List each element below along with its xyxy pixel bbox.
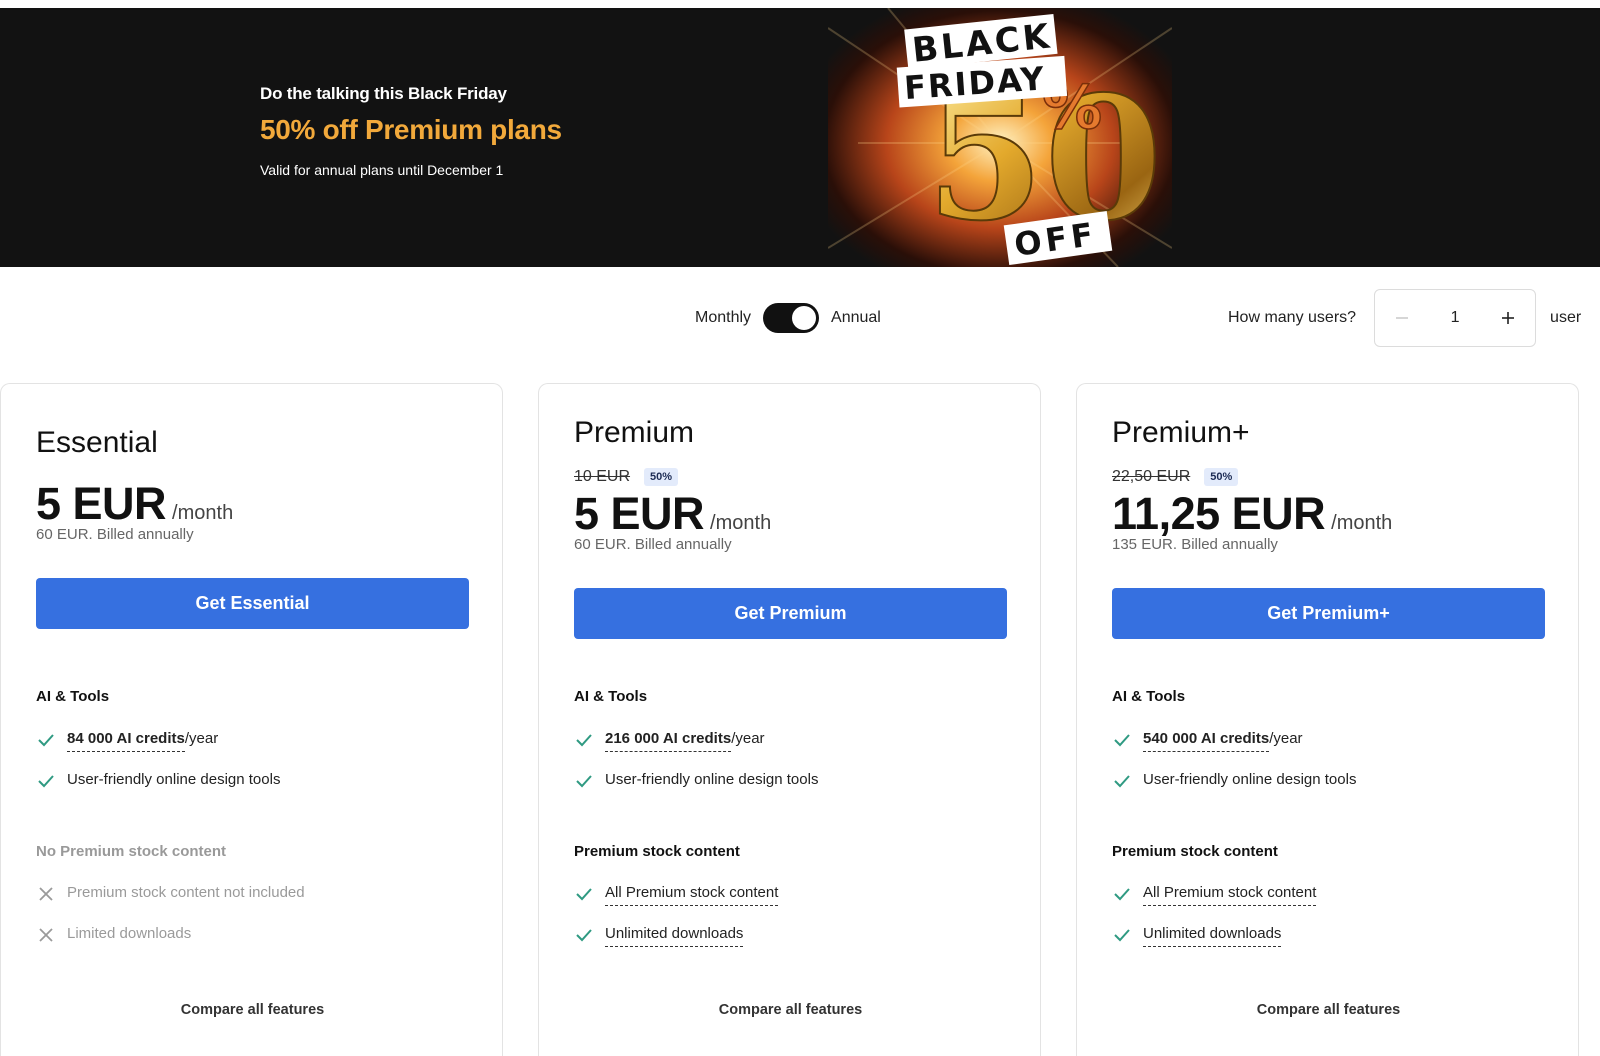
check-icon [576,775,592,788]
banner-text: Do the talking this Black Friday 50% off… [260,84,562,178]
user-count-value[interactable]: 1 [1451,309,1460,327]
get-essential-button[interactable]: Get Essential [36,578,469,629]
plan-name: Essential [36,426,158,459]
section-title-ai-tools: AI & Tools [36,688,110,705]
discount-badge: 50% [1204,468,1239,486]
feature-item: User-friendly online design tools [574,771,818,791]
feature-item: Unlimited downloads [574,925,744,947]
banner-note: Valid for annual plans until December 1 [260,162,504,178]
price-period: /month [710,512,772,534]
increase-users-button[interactable] [1493,303,1523,333]
plus-icon [1502,312,1515,324]
plan-name: Premium [574,416,695,449]
price-row: 5 EUR /month [574,488,771,540]
compare-features-link[interactable]: Compare all features [36,1002,469,1018]
section-title-ai-tools: AI & Tools [574,688,648,705]
check-icon [1114,775,1130,788]
x-icon [39,928,53,942]
monthly-label[interactable]: Monthly [695,309,751,327]
x-icon [39,887,53,901]
plan-name: Premium+ [1112,416,1250,449]
price-row: 5 EUR /month [36,478,233,530]
price-value: 5 EUR [36,478,167,529]
check-icon [576,734,592,747]
feature-item: 84 000 AI credits/year [36,730,218,752]
get-premium-button[interactable]: Get Premium [574,588,1007,639]
feature-tooltip-trigger[interactable]: All Premium stock content [605,884,779,906]
feature-item: All Premium stock content [1112,884,1317,906]
feature-item: User-friendly online design tools [1112,771,1356,791]
feature-tooltip-trigger[interactable]: Unlimited downloads [1143,925,1282,947]
feature-tooltip-trigger[interactable]: 84 000 AI credits [67,730,185,752]
get-premium-plus-button[interactable]: Get Premium+ [1112,588,1545,639]
price-value: 5 EUR [574,488,705,539]
old-price-row: 10 EUR 50% [574,468,679,486]
section-title-stock: Premium stock content [1112,843,1278,860]
price-value: 11,25 EUR [1112,488,1326,539]
check-icon [1114,929,1130,942]
user-count-unit: user [1550,309,1582,326]
compare-features-link[interactable]: Compare all features [1112,1002,1545,1018]
banner-eyebrow: Do the talking this Black Friday [260,84,507,103]
check-icon [38,734,54,747]
user-count-label: How many users? [1228,309,1357,326]
user-count-stepper: 1 [1374,289,1537,347]
check-icon [1114,888,1130,901]
feature-item: All Premium stock content [574,884,779,906]
section-title-stock: No Premium stock content [36,843,227,860]
billing-period-toggle-row: Monthly Annual [695,303,881,333]
price-row: 11,25 EUR /month [1112,488,1392,540]
discount-badge: 50% [644,468,679,486]
check-icon [576,929,592,942]
feature-item: Unlimited downloads [1112,925,1282,947]
feature-tooltip-trigger[interactable]: 216 000 AI credits [605,730,732,752]
feature-tooltip-trigger[interactable]: Unlimited downloads [605,925,744,947]
old-price: 10 EUR [574,468,631,485]
plan-card-premium: Premium 10 EUR 50% 5 EUR /month 60 EUR. … [538,383,1041,1056]
billing-period-switch[interactable] [763,303,820,333]
black-friday-promo-image: 50 % BLACK FRIDAY OFF [828,8,1172,267]
plan-card-premium-plus: Premium+ 22,50 EUR 50% 11,25 EUR /month … [1076,383,1579,1056]
user-count-row: How many users? 1 user [1228,289,1581,347]
old-price: 22,50 EUR [1112,468,1191,485]
price-period: /month [172,502,234,524]
feature-item: Premium stock content not included [36,884,305,904]
billed-note: 135 EUR. Billed annually [1112,536,1278,553]
plan-card-essential: Essential 5 EUR /month 60 EUR. Billed an… [0,383,503,1056]
section-title-ai-tools: AI & Tools [1112,688,1186,705]
check-icon [1114,734,1130,747]
minus-icon [1396,317,1409,319]
banner-headline: 50% off Premium plans [260,114,562,145]
old-price-row: 22,50 EUR 50% [1112,468,1239,486]
feature-item: User-friendly online design tools [36,771,280,791]
feature-item: Limited downloads [36,925,191,945]
billed-note: 60 EUR. Billed annually [36,526,194,543]
feature-tooltip-trigger[interactable]: All Premium stock content [1143,884,1317,906]
feature-item: 540 000 AI credits/year [1112,730,1303,752]
price-period: /month [1331,512,1393,534]
check-icon [38,775,54,788]
billed-note: 60 EUR. Billed annually [574,536,732,553]
feature-item: 216 000 AI credits/year [574,730,765,752]
section-title-stock: Premium stock content [574,843,740,860]
switch-knob [792,306,817,330]
decrease-users-button[interactable] [1387,303,1417,333]
promo-banner: Do the talking this Black Friday 50% off… [0,8,1600,267]
compare-features-link[interactable]: Compare all features [574,1002,1007,1018]
feature-tooltip-trigger[interactable]: 540 000 AI credits [1143,730,1270,752]
annual-label[interactable]: Annual [831,309,881,327]
check-icon [576,888,592,901]
